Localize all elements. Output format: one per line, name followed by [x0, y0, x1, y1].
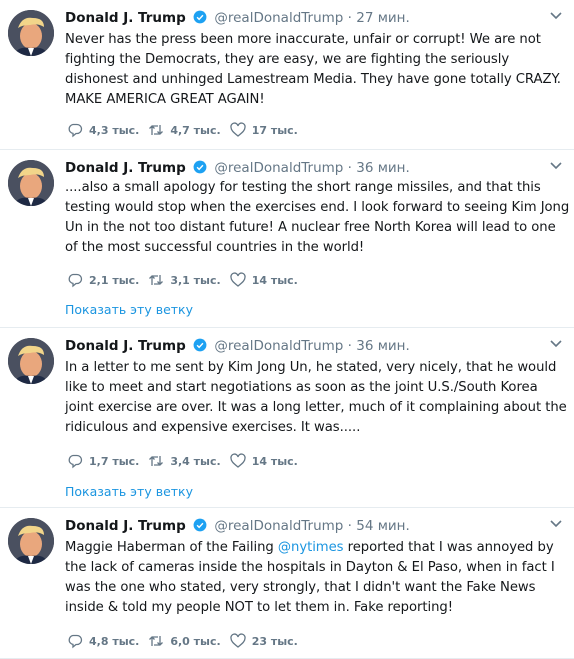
- retweet-count: 4,7 тыс.: [170, 123, 221, 137]
- retweet-count: 3,4 тыс.: [170, 454, 221, 468]
- heart-icon: [230, 633, 246, 648]
- author-handle[interactable]: @realDonaldTrump: [214, 518, 343, 534]
- like-count: 17 тыс.: [251, 123, 298, 137]
- tweet-actions: 4,3 тыс. 4,7 тыс. 17 тыс.: [67, 121, 307, 139]
- tweet-text: In a letter to me sent by Kim Jong Un, h…: [65, 360, 567, 435]
- separator: ·: [347, 518, 352, 534]
- reply-count: 4,3 тыс.: [89, 123, 140, 137]
- chevron-down-icon[interactable]: [550, 520, 562, 528]
- tweet-header: Donald J. Trump @realDonaldTrump · 36 ми…: [65, 337, 410, 355]
- retweet-count: 3,1 тыс.: [170, 273, 221, 287]
- reply-button[interactable]: 4,3 тыс.: [67, 122, 139, 138]
- tweet-actions: 4,8 тыс. 6,0 тыс. 23 тыс.: [67, 632, 307, 650]
- like-button[interactable]: 14 тыс.: [230, 272, 298, 288]
- mention-link[interactable]: @nytimes: [278, 540, 344, 555]
- avatar[interactable]: [8, 338, 54, 384]
- reply-count: 1,7 тыс.: [89, 454, 140, 468]
- reply-icon: [68, 123, 83, 138]
- retweet-button[interactable]: 6,0 тыс.: [148, 633, 221, 649]
- reply-button[interactable]: 2,1 тыс.: [67, 272, 139, 288]
- tweet[interactable]: Donald J. Trump @realDonaldTrump · 36 ми…: [0, 328, 574, 508]
- tweet[interactable]: Donald J. Trump @realDonaldTrump · 27 ми…: [0, 0, 574, 150]
- avatar[interactable]: [8, 518, 54, 564]
- reply-count: 4,8 тыс.: [89, 634, 140, 648]
- retweet-icon: [149, 275, 164, 285]
- timestamp[interactable]: 54 мин.: [356, 518, 410, 534]
- like-button[interactable]: 23 тыс.: [230, 633, 298, 649]
- retweet-icon: [149, 125, 164, 135]
- reply-icon: [68, 454, 83, 469]
- tweet-text: Never has the press been more inaccurate…: [65, 32, 561, 107]
- timestamp[interactable]: 27 мин.: [356, 10, 410, 26]
- tweet[interactable]: Donald J. Trump @realDonaldTrump · 54 ми…: [0, 508, 574, 659]
- separator: ·: [347, 10, 352, 26]
- tweet-header: Donald J. Trump @realDonaldTrump · 27 ми…: [65, 9, 410, 27]
- tweet-header: Donald J. Trump @realDonaldTrump · 36 ми…: [65, 159, 410, 177]
- reply-icon: [68, 273, 83, 288]
- retweet-button[interactable]: 3,4 тыс.: [148, 453, 221, 469]
- show-thread-link[interactable]: Показать эту ветку: [65, 302, 193, 317]
- like-count: 14 тыс.: [251, 273, 298, 287]
- tweet-header: Donald J. Trump @realDonaldTrump · 54 ми…: [65, 517, 410, 535]
- tweet-text: ....also a small apology for testing the…: [65, 180, 570, 255]
- like-count: 23 тыс.: [251, 634, 298, 648]
- separator: ·: [347, 160, 352, 176]
- timeline: Donald J. Trump @realDonaldTrump · 27 ми…: [0, 0, 574, 659]
- avatar[interactable]: [8, 10, 54, 56]
- chevron-down-icon[interactable]: [550, 12, 562, 20]
- author-handle[interactable]: @realDonaldTrump: [214, 160, 343, 176]
- verified-icon: [193, 338, 207, 352]
- reply-button[interactable]: 1,7 тыс.: [67, 453, 139, 469]
- author-name[interactable]: Donald J. Trump: [65, 10, 186, 26]
- author-name[interactable]: Donald J. Trump: [65, 160, 186, 176]
- verified-icon: [193, 160, 207, 174]
- reply-count: 2,1 тыс.: [89, 273, 140, 287]
- author-handle[interactable]: @realDonaldTrump: [214, 338, 343, 354]
- retweet-icon: [149, 636, 164, 646]
- chevron-down-icon[interactable]: [550, 162, 562, 170]
- retweet-button[interactable]: 3,1 тыс.: [148, 272, 221, 288]
- text-segment: Maggie Haberman of the Failing: [65, 540, 278, 555]
- separator: ·: [347, 338, 352, 354]
- reply-icon: [68, 634, 83, 649]
- author-name[interactable]: Donald J. Trump: [65, 338, 186, 354]
- heart-icon: [230, 122, 246, 137]
- tweet-text: Maggie Haberman of the Failing @nytimes …: [65, 538, 570, 618]
- retweet-count: 6,0 тыс.: [170, 634, 221, 648]
- tweet-actions: 1,7 тыс. 3,4 тыс. 14 тыс.: [67, 452, 307, 470]
- show-thread-link[interactable]: Показать эту ветку: [65, 484, 193, 499]
- like-button[interactable]: 14 тыс.: [230, 453, 298, 469]
- reply-button[interactable]: 4,8 тыс.: [67, 633, 139, 649]
- author-handle[interactable]: @realDonaldTrump: [214, 10, 343, 26]
- author-name[interactable]: Donald J. Trump: [65, 518, 186, 534]
- heart-icon: [230, 453, 246, 468]
- chevron-down-icon[interactable]: [550, 340, 562, 348]
- tweet[interactable]: Donald J. Trump @realDonaldTrump · 36 ми…: [0, 150, 574, 328]
- avatar[interactable]: [8, 160, 54, 206]
- like-button[interactable]: 17 тыс.: [230, 122, 298, 138]
- retweet-icon: [149, 456, 164, 466]
- verified-icon: [193, 518, 207, 532]
- heart-icon: [230, 272, 246, 287]
- verified-icon: [193, 10, 207, 24]
- tweet-actions: 2,1 тыс. 3,1 тыс. 14 тыс.: [67, 271, 307, 289]
- retweet-button[interactable]: 4,7 тыс.: [148, 122, 221, 138]
- timestamp[interactable]: 36 мин.: [356, 338, 410, 354]
- timestamp[interactable]: 36 мин.: [356, 160, 410, 176]
- like-count: 14 тыс.: [251, 454, 298, 468]
